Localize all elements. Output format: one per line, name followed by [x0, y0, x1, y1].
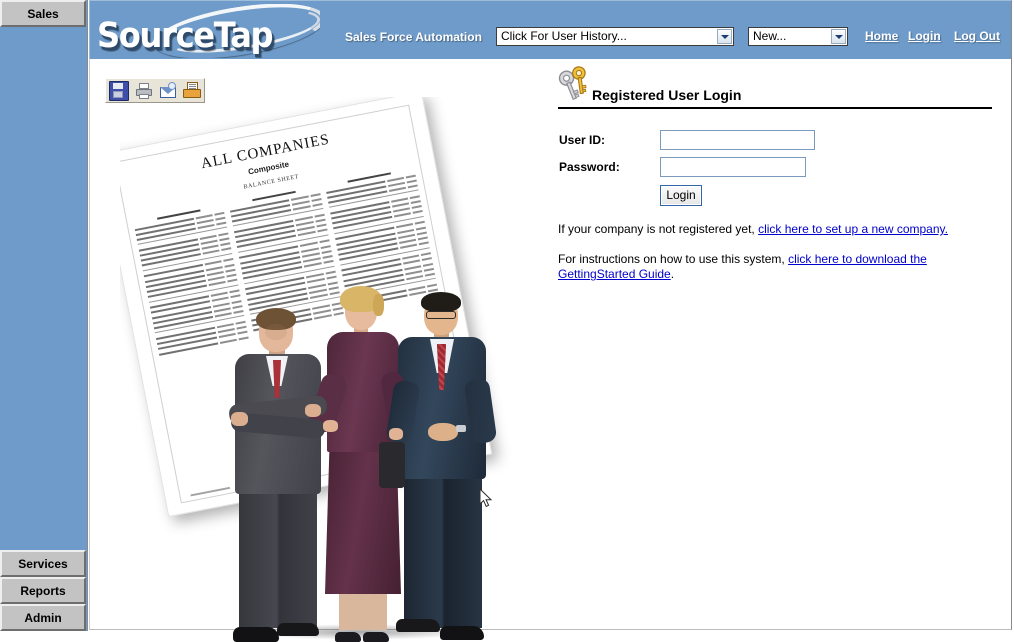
person-left	[225, 308, 333, 642]
chevron-down-icon	[717, 29, 732, 44]
sidebar-item-reports[interactable]: Reports	[0, 577, 86, 604]
register-note-text: If your company is not registered yet,	[558, 222, 759, 236]
register-note: If your company is not registered yet, c…	[558, 222, 978, 237]
nav-link-home[interactable]: Home	[865, 29, 898, 43]
login-header: Registered User Login	[558, 66, 998, 109]
hero-image: ALL COMPANIES Composite BALANCE SHEET	[120, 97, 540, 642]
guide-note: For instructions on how to use this syst…	[558, 252, 978, 282]
chevron-down-icon	[831, 29, 846, 44]
sidebar-bottom-group: Services Reports Admin	[0, 550, 86, 631]
password-row: Password:	[559, 157, 806, 177]
app-window: Sales Services Reports Admin SourceTap S…	[0, 0, 1014, 642]
user-id-field[interactable]	[660, 130, 815, 150]
user-history-select[interactable]: Click For User History...	[496, 27, 734, 46]
guide-note-suffix: .	[670, 267, 675, 281]
new-select[interactable]: New...	[748, 27, 848, 46]
left-sidebar: Sales Services Reports Admin	[0, 0, 88, 631]
page-title: Registered User Login	[592, 87, 742, 103]
user-id-row: User ID:	[559, 130, 815, 150]
page-header: SourceTap Sales Force Automation Click F…	[89, 0, 1012, 59]
sourcetap-logo[interactable]: SourceTap	[95, 4, 320, 58]
logo-text: SourceTap	[97, 16, 274, 56]
login-button[interactable]: Login	[660, 185, 702, 206]
person-right	[385, 292, 498, 642]
main-content: ALL COMPANIES Composite BALANCE SHEET Re…	[89, 59, 1012, 642]
sidebar-top-group: Sales	[0, 0, 86, 27]
sidebar-item-sales[interactable]: Sales	[0, 0, 86, 27]
login-panel: Registered User Login User ID: Password:…	[558, 66, 998, 281]
sidebar-item-services[interactable]: Services	[0, 550, 86, 577]
nav-link-login[interactable]: Login	[908, 29, 941, 43]
person-center	[306, 286, 413, 642]
business-people-photo	[225, 242, 498, 642]
password-label: Password:	[559, 160, 620, 174]
title-divider	[558, 107, 992, 109]
setup-company-link[interactable]: click here to set up a new company.	[758, 222, 948, 236]
user-id-label: User ID:	[559, 133, 606, 147]
nav-link-logout[interactable]: Log Out	[954, 29, 1000, 43]
password-field[interactable]	[660, 157, 806, 177]
new-select-value: New...	[753, 29, 787, 43]
keys-icon	[558, 66, 587, 100]
header-tagline: Sales Force Automation	[345, 30, 482, 44]
guide-note-text: For instructions on how to use this syst…	[558, 252, 789, 266]
user-history-select-value: Click For User History...	[501, 29, 627, 43]
sidebar-item-admin[interactable]: Admin	[0, 604, 86, 631]
